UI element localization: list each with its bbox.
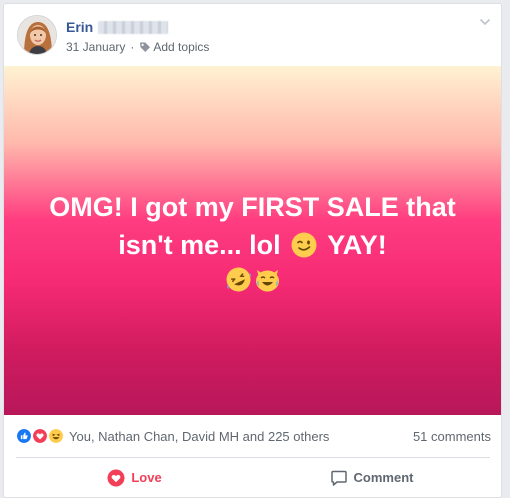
chevron-down-icon[interactable] [477, 14, 493, 30]
post-text: OMG! I got my FIRST SALE that isn't me..… [23, 188, 483, 264]
rolling-on-floor-laughing-icon [226, 267, 251, 292]
post-text-line-2-end: YAY! [327, 230, 387, 260]
winking-face-icon [290, 231, 318, 259]
reactions-summary[interactable]: You, Nathan Chan, David MH and 225 other… [69, 429, 329, 444]
avatar-image [18, 16, 56, 54]
reactions-bar: You, Nathan Chan, David MH and 225 other… [4, 415, 501, 457]
author-avatar[interactable] [17, 15, 57, 55]
meta-separator: · [130, 40, 135, 54]
post-text-line-2: isn't me... lol YAY! [23, 226, 483, 264]
emoji-row [225, 266, 281, 293]
post-text-line-1: OMG! I got my FIRST SALE that [49, 192, 456, 222]
author-row: Erin [66, 18, 169, 36]
love-button-label: Love [131, 470, 162, 485]
comment-button[interactable]: Comment [253, 462, 490, 494]
reaction-icons[interactable] [15, 427, 65, 445]
tag-icon [139, 41, 151, 53]
author-name[interactable]: Erin [66, 19, 93, 35]
comments-count[interactable]: 51 comments [413, 429, 491, 444]
post-background: OMG! I got my FIRST SALE that isn't me..… [4, 66, 501, 415]
comment-icon [330, 470, 347, 486]
love-button[interactable]: Love [16, 462, 253, 494]
post-card: Erin 31 January · Add topics OMG! I got … [3, 3, 502, 498]
post-header: Erin 31 January · Add topics [4, 4, 501, 66]
post-text-line-2-start: isn't me... lol [118, 230, 281, 260]
post-meta: 31 January · Add topics [66, 40, 209, 54]
post-date[interactable]: 31 January [66, 40, 125, 54]
love-icon [107, 469, 125, 486]
haha-icon [47, 427, 65, 445]
post-actions: Love Comment [16, 457, 490, 497]
cat-tears-of-joy-icon [255, 270, 279, 292]
redacted-surname [98, 20, 169, 34]
add-topics-link[interactable]: Add topics [153, 40, 209, 54]
comment-button-label: Comment [353, 470, 414, 485]
